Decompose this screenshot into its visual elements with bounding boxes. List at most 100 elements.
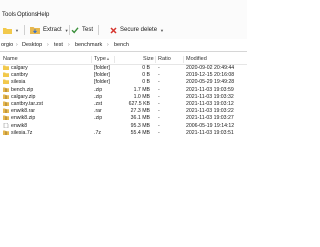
table-row[interactable]: calgary [folder] 0 B 2020-09-02 20:49:44 - bbox=[0, 65, 247, 72]
column-resize-handle[interactable] bbox=[114, 56, 115, 63]
table-row[interactable]: cantbry [folder] 0 B 2019-12-15 20:16:08 - bbox=[0, 72, 247, 79]
file-name: silesia bbox=[11, 79, 26, 86]
breadcrumb-item[interactable]: benchmark bbox=[75, 42, 102, 48]
file-type: .zip bbox=[94, 115, 103, 122]
file-size: 36.1 MB bbox=[130, 115, 150, 122]
column-header-row: Name ▲ Type Size Ratio Modified bbox=[0, 55, 247, 65]
file-modified: 2021-11-03 19:03:22 bbox=[186, 108, 234, 115]
table-row[interactable]: cantbry.tar.zst .zst 627.5 KB 2021-11-03 19… bbox=[0, 101, 247, 108]
menu-options[interactable]: Options bbox=[17, 12, 38, 19]
archive-icon bbox=[3, 108, 9, 114]
breadcrumb-item[interactable]: test bbox=[54, 42, 63, 48]
table-row[interactable]: silesia [folder] 0 B 2020-05-29 19:49:28 - bbox=[0, 79, 247, 86]
file-size: 95.3 MB bbox=[130, 122, 150, 129]
menu-bar: Tools Options Help bbox=[0, 0, 247, 21]
breadcrumb-item-current[interactable]: bench bbox=[114, 42, 129, 48]
file-size: 0 B bbox=[142, 79, 150, 86]
file-modified: 2021-11-03 19:03:51 bbox=[186, 129, 234, 136]
file-modified: 2021-11-03 19:03:32 bbox=[186, 93, 234, 100]
column-header-name[interactable]: Name bbox=[3, 56, 18, 63]
file-ratio: - bbox=[158, 65, 160, 71]
file-type: [folder] bbox=[94, 72, 110, 79]
column-resize-handle[interactable] bbox=[183, 56, 184, 63]
test-button[interactable]: Test bbox=[71, 25, 93, 35]
file-size: 27.3 MB bbox=[130, 108, 150, 115]
column-header-ratio[interactable]: Ratio bbox=[158, 56, 171, 63]
file-size: 627.5 KB bbox=[128, 100, 150, 107]
toolbar: ▼ Extract ▼ Test Secure delete ▼ bbox=[0, 21, 247, 40]
column-header-size[interactable]: Size bbox=[143, 56, 154, 63]
folder-icon bbox=[3, 27, 12, 34]
column-header-type[interactable]: Type bbox=[94, 56, 106, 63]
file-size: 0 B bbox=[142, 72, 150, 79]
file-type: .zip bbox=[94, 93, 103, 100]
test-label: Test bbox=[82, 27, 94, 33]
chevron-down-icon: ▼ bbox=[160, 27, 164, 33]
file-ratio: - bbox=[158, 115, 160, 122]
file-name: cantbry bbox=[11, 72, 29, 79]
menu-help[interactable]: Help bbox=[37, 12, 49, 19]
open-menu-button[interactable]: ▼ bbox=[3, 25, 19, 35]
file-name: enwik8.rar bbox=[11, 108, 35, 115]
file-ratio: - bbox=[158, 72, 160, 79]
file-name: enwik8.zip bbox=[11, 115, 36, 122]
column-resize-handle[interactable] bbox=[91, 56, 92, 63]
breadcrumb-item[interactable]: orgio bbox=[1, 42, 13, 48]
file-list: calgary [folder] 0 B 2020-09-02 20:49:44- ca… bbox=[0, 65, 247, 137]
column-resize-handle[interactable] bbox=[155, 56, 156, 63]
sort-ascending-icon: ▲ bbox=[106, 56, 110, 61]
file-type: .7z bbox=[94, 129, 101, 136]
toolbar-separator bbox=[24, 25, 25, 35]
table-row[interactable]: enwik8.rar .rar 27.3 MB 2021-11-03 19:03:22… bbox=[0, 108, 247, 115]
file-ratio: - bbox=[158, 108, 160, 115]
file-size: 0 B bbox=[142, 65, 150, 71]
table-row[interactable]: enwik8.zip .zip 36.1 MB 2021-11-03 19:03:27… bbox=[0, 115, 247, 122]
archive-icon bbox=[3, 115, 9, 121]
toolbar-separator bbox=[98, 25, 99, 35]
archive-icon bbox=[3, 87, 9, 92]
file-modified: 2006-05-19 19:14:12 bbox=[186, 122, 235, 129]
folder-icon bbox=[3, 72, 9, 78]
file-modified: 2021-11-03 19:03:59 bbox=[186, 86, 234, 93]
secure-delete-button[interactable]: Secure delete ▼ bbox=[110, 25, 164, 35]
file-type: [folder] bbox=[94, 79, 110, 86]
file-name: bench.zip bbox=[11, 86, 34, 93]
secure-delete-label: Secure delete bbox=[120, 27, 158, 33]
folder-icon bbox=[3, 79, 9, 85]
file-type: [folder] bbox=[94, 65, 110, 71]
table-row[interactable]: enwik8 95.3 MB 2006-05-19 19:14:12 - bbox=[0, 122, 247, 130]
archive-icon bbox=[3, 130, 9, 135]
delete-icon bbox=[110, 26, 117, 34]
file-icon bbox=[3, 122, 9, 128]
file-ratio: - bbox=[158, 86, 160, 93]
folder-icon bbox=[3, 65, 9, 70]
chevron-right-icon: › bbox=[68, 42, 70, 48]
breadcrumb: orgio › Desktop › test › benchmark › ben… bbox=[0, 39, 247, 52]
file-size: 55.4 MB bbox=[130, 129, 150, 136]
archive-icon bbox=[3, 101, 9, 106]
file-modified: 2019-12-15 20:16:08 bbox=[186, 72, 235, 79]
extract-icon bbox=[30, 27, 40, 34]
chevron-right-icon: › bbox=[47, 42, 49, 48]
file-modified: 2021-11-03 19:03:12 bbox=[186, 100, 234, 107]
file-type: .zip bbox=[94, 86, 103, 93]
extract-label: Extract bbox=[43, 27, 62, 33]
file-ratio: - bbox=[158, 100, 160, 107]
chevron-right-icon: › bbox=[16, 42, 18, 48]
breadcrumb-item[interactable]: Desktop bbox=[22, 42, 42, 48]
file-type: .rar bbox=[94, 108, 102, 115]
table-row[interactable]: calgary.zip .zip 1.0 MB 2021-11-03 19:03:32… bbox=[0, 94, 247, 101]
file-ratio: - bbox=[158, 122, 160, 129]
chevron-down-icon: ▼ bbox=[15, 27, 19, 33]
file-name: silesia.7z bbox=[11, 129, 33, 136]
file-ratio: - bbox=[158, 79, 160, 86]
file-size: 1.0 MB bbox=[133, 93, 150, 100]
extract-button[interactable]: Extract ▼ bbox=[30, 25, 69, 35]
file-ratio: - bbox=[158, 129, 160, 136]
file-size: 1.7 MB bbox=[133, 86, 150, 93]
menu-tools[interactable]: Tools bbox=[2, 12, 16, 19]
table-row[interactable]: bench.zip .zip 1.7 MB 2021-11-03 19:03:59 - bbox=[0, 87, 247, 94]
checkmark-icon bbox=[71, 27, 79, 34]
column-header-modified[interactable]: Modified bbox=[186, 56, 207, 63]
table-row[interactable]: silesia.7z .7z 55.4 MB 2021-11-03 19:03:51 - bbox=[0, 130, 247, 137]
